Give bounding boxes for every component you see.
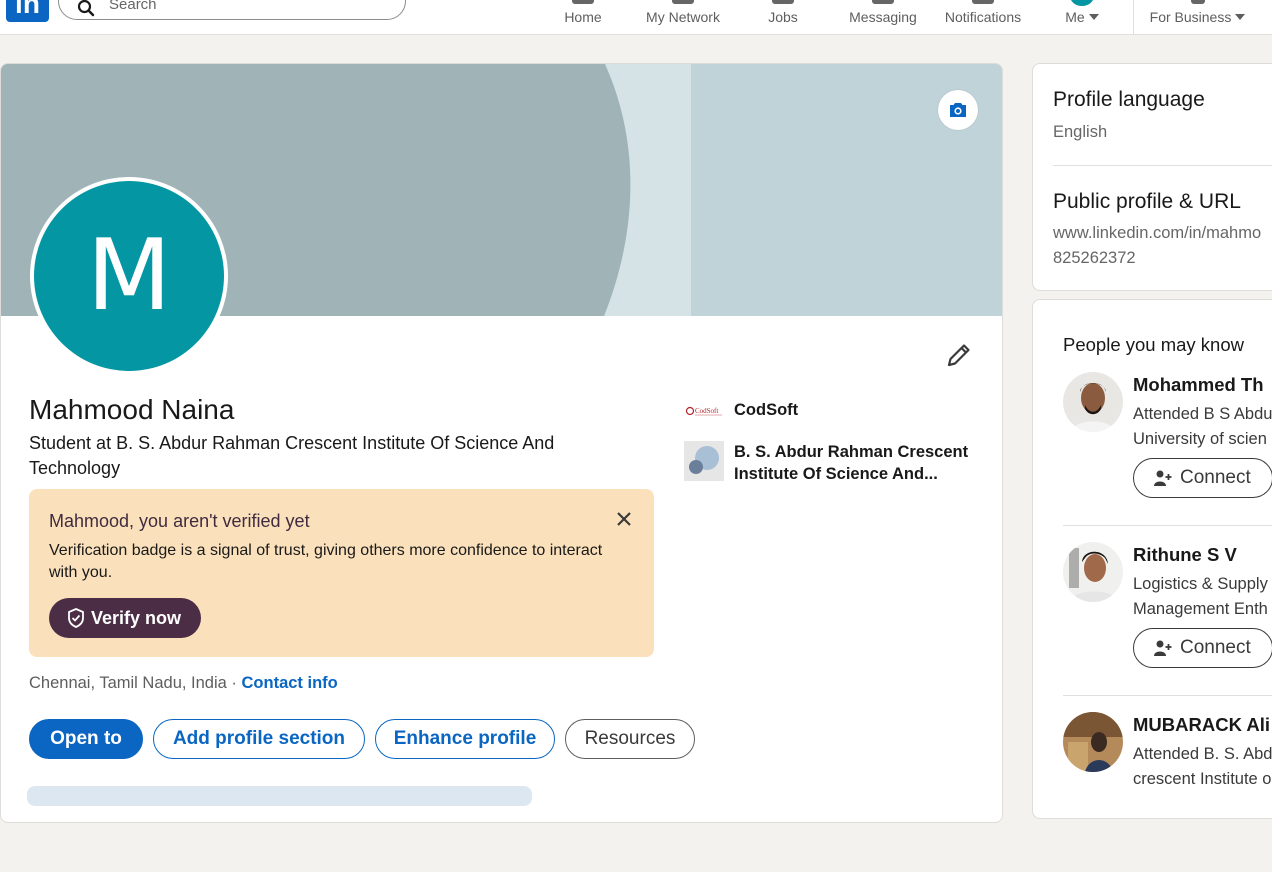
nav-for-business[interactable]: For Business [1140,0,1255,34]
people-you-may-know-card: People you may know Mohammed Th Attended… [1032,299,1272,819]
chevron-down-icon [1088,14,1099,20]
verify-now-button[interactable]: Verify now [49,598,202,638]
search-input[interactable]: Search [109,0,157,13]
profile-name: Mahmood Naina [29,394,235,425]
person-name[interactable]: MUBARACK Ali [1133,714,1270,736]
add-profile-section-button[interactable]: Add profile section [153,719,365,759]
connect-button[interactable]: Connect [1133,458,1272,498]
shield-check-icon [68,608,84,628]
person-name[interactable]: Rithune S V [1133,544,1237,566]
search-bar[interactable]: Search [58,0,406,20]
pencil-icon [947,344,970,367]
suggestion-item: MUBARACK Ali Attended B. S. Abd crescent… [1063,712,1272,872]
person-headline: Attended B S Abdu University of scien [1133,405,1272,448]
camera-icon [950,103,966,117]
edit-banner-button[interactable] [938,90,978,130]
verification-text: Verification badge is a signal of trust,… [49,542,603,581]
nav-my-network-label: My Network [646,9,720,25]
person-avatar[interactable] [1063,372,1123,432]
profile-settings-card: Profile language English Public profile … [1032,63,1272,291]
nav-my-network[interactable]: My Network [638,0,728,34]
messaging-icon [872,0,894,4]
org-name-codsoft: CodSoft [734,401,799,419]
person-headline: Logistics & Supply Management Enth [1133,575,1268,618]
resources-button[interactable]: Resources [565,719,695,759]
nav-me[interactable]: Me [1052,0,1112,34]
verification-title: Mahmood, you aren't verified yet [49,511,310,531]
nav-home[interactable]: Home [553,0,613,34]
location-separator: · [231,674,237,692]
contact-info-link[interactable]: Contact info [242,674,338,692]
person-avatar[interactable] [1063,542,1123,602]
close-verification-button[interactable] [614,509,634,529]
grid-icon [1190,0,1205,4]
chevron-down-icon [1235,14,1246,20]
nav-messaging-label: Messaging [849,9,917,25]
open-to-work-card[interactable] [27,786,532,806]
org-name-university: B. S. Abdur Rahman Crescent Institute Of… [734,443,969,483]
add-person-icon [1154,640,1172,656]
me-avatar [1070,0,1094,6]
nav-jobs[interactable]: Jobs [753,0,813,34]
search-icon [77,0,95,17]
close-icon [617,512,631,526]
connect-label: Connect [1180,467,1251,488]
profile-language-title: Profile language [1053,88,1205,111]
jobs-icon [772,0,794,4]
nav-me-label: Me [1052,9,1112,25]
bell-icon [972,0,994,4]
codsoft-logo: CodSoft [684,399,724,439]
suggestion-divider [1063,525,1272,526]
person-avatar[interactable] [1063,712,1123,772]
public-profile-title: Public profile & URL [1053,190,1241,213]
enhance-profile-button[interactable]: Enhance profile [375,719,555,759]
profile-language-value: English [1053,123,1108,141]
profile-location: Chennai, Tamil Nadu, India · Contact inf… [29,674,338,693]
suggestion-item: Rithune S V Logistics & Supply Managemen… [1063,542,1272,702]
public-profile-url-cont: 825262372 [1053,249,1136,267]
suggestion-divider [1063,695,1272,696]
nav-for-business-label: For Business [1140,9,1255,25]
public-profile-url: www.linkedin.com/in/mahmo [1053,224,1262,242]
connect-button[interactable]: Connect [1133,628,1272,668]
avatar-letter: M [34,181,224,371]
profile-headline: Student at B. S. Abdur Rahman Crescent I… [29,433,555,478]
home-icon [572,0,594,4]
nav-divider [1133,0,1134,34]
edit-intro-button[interactable] [941,339,975,373]
section-divider [1053,165,1272,166]
location-text: Chennai, Tamil Nadu, India [29,674,227,692]
top-navigation: in Search Home My Network Jobs Messaging… [0,0,1272,35]
nav-notifications-label: Notifications [944,9,1022,25]
profile-card: M Mahmood Naina Student at B. S. Abdur R… [0,63,1003,823]
nav-messaging[interactable]: Messaging [842,0,924,34]
verify-now-label: Verify now [91,608,182,628]
nav-notifications[interactable]: Notifications [937,0,1029,34]
school-logo [684,441,724,481]
suggestion-item: Mohammed Th Attended B S Abdu University… [1063,372,1272,532]
verification-banner: Mahmood, you aren't verified yet Verific… [29,489,654,657]
connect-label: Connect [1180,637,1251,658]
add-person-icon [1154,470,1172,486]
linkedin-logo[interactable]: in [6,0,49,22]
nav-home-label: Home [564,9,602,25]
profile-avatar[interactable]: M [30,177,228,375]
nav-jobs-label: Jobs [768,9,798,25]
person-headline: Attended B. S. Abd crescent Institute o [1133,745,1272,788]
pymk-title: People you may know [1063,334,1244,355]
network-icon [672,0,694,4]
person-name[interactable]: Mohammed Th [1133,374,1264,396]
svg-text:CodSoft: CodSoft [695,407,718,415]
open-to-button[interactable]: Open to [29,719,143,759]
